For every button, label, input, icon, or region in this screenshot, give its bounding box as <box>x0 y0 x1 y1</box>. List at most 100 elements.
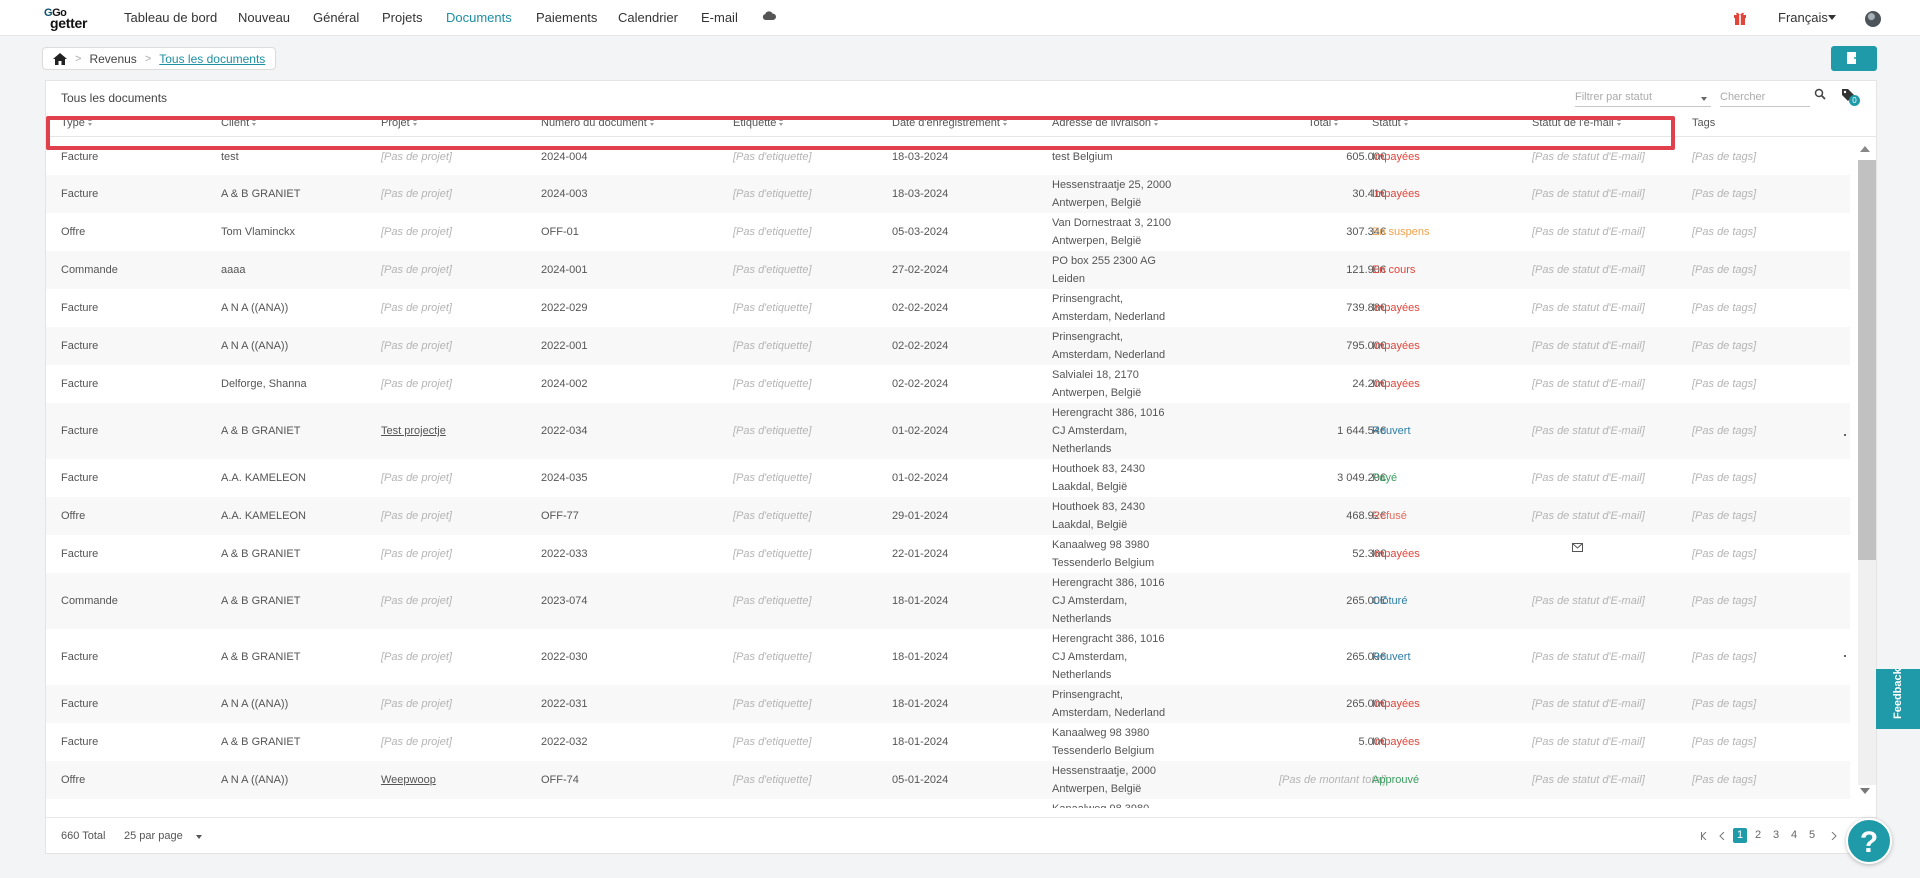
prev-page-icon[interactable] <box>1719 832 1725 840</box>
cell-date: 18-01-2024 <box>892 736 949 748</box>
sort-icon[interactable] <box>1617 118 1622 127</box>
cell-project: [Pas de projet] <box>381 548 452 560</box>
mail-icon[interactable] <box>1572 543 1583 552</box>
chevron-down-icon[interactable] <box>196 835 202 839</box>
address-line: Antwerpen, België <box>1052 235 1142 247</box>
sort-icon[interactable] <box>650 118 655 127</box>
table-row[interactable]: Commande aaaa [Pas de projet] 2024-001 [Pas … <box>46 251 1850 289</box>
page-button[interactable]: 2 <box>1751 828 1765 843</box>
table-row[interactable]: Facture A N A ((ANA)) [Pas de projet] 2022-… <box>46 289 1850 327</box>
page-button[interactable]: 5 <box>1805 828 1819 843</box>
cloud-icon[interactable] <box>762 11 776 20</box>
table-row[interactable]: Facture A & B GRANIET Test projectje 2022-0… <box>46 403 1850 459</box>
cell-label: [Pas d'etiquette] <box>733 425 812 437</box>
cell-client: Delforge, Shanna <box>221 378 307 390</box>
documents-table-body: Facture test [Pas de projet] 2024-004 [Pas d… <box>46 138 1850 808</box>
page-button[interactable]: 3 <box>1769 828 1783 843</box>
table-row[interactable]: Facture A.A. KAMELEON [Pas de projet] 2024-… <box>46 459 1850 497</box>
language-selector[interactable]: Français <box>1778 10 1828 25</box>
cell-label: [Pas d'etiquette] <box>733 151 812 163</box>
sort-icon[interactable] <box>252 118 257 127</box>
vertical-scrollbar[interactable] <box>1851 138 1876 808</box>
column-header[interactable]: Type <box>61 117 93 129</box>
column-header[interactable]: Tags <box>1692 117 1715 129</box>
column-header[interactable]: Numéro du document <box>541 117 655 129</box>
export-button[interactable] <box>1831 46 1877 71</box>
table-row[interactable]: Facture test [Pas de projet] 2024-004 [Pas d… <box>46 138 1850 175</box>
help-button[interactable]: ? <box>1846 818 1892 864</box>
cell-status: En suspens <box>1372 226 1430 238</box>
breadcrumb-item-current[interactable]: Tous les documents <box>159 52 265 66</box>
table-row[interactable]: Facture A & B GRANIET [Pas de projet] 2022-… <box>46 723 1850 761</box>
nav-item-projets[interactable]: Projets <box>382 10 422 25</box>
column-header[interactable]: Total <box>1308 117 1339 129</box>
next-page-icon[interactable] <box>1831 832 1837 840</box>
cell-label: [Pas d'etiquette] <box>733 302 812 314</box>
cell-email-status: [Pas de statut d'E-mail] <box>1532 378 1645 390</box>
cell-label: [Pas d'etiquette] <box>733 774 812 786</box>
feedback-tab[interactable]: Feedback <box>1876 668 1920 729</box>
nav-item-e-mail[interactable]: E-mail <box>701 10 738 25</box>
table-row[interactable]: Facture A N A ((ANA)) [Pas de projet] 2022-… <box>46 685 1850 723</box>
sort-icon[interactable] <box>413 118 418 127</box>
nav-item-paiements[interactable]: Paiements <box>536 10 597 25</box>
cell-project-link[interactable]: Weepwoop <box>381 771 436 789</box>
column-header[interactable]: Adresse de livraison <box>1052 117 1159 129</box>
avatar[interactable] <box>1865 11 1881 27</box>
table-row[interactable]: Offre Tom Vlaminckx [Pas de projet] OFF-01 [… <box>46 213 1850 251</box>
breadcrumb-separator: > <box>144 52 152 65</box>
table-row[interactable]: Facture Delforge, Shanna [Pas de projet] 20… <box>46 365 1850 403</box>
gogetter-logo[interactable]: GGo getter <box>42 7 104 31</box>
breadcrumb-item-revenus[interactable]: Revenus <box>89 52 136 66</box>
search-input[interactable] <box>1720 87 1810 107</box>
cell-total: 265.00€ <box>1346 651 1386 663</box>
table-row[interactable]: Commande A & B GRANIET [Pas de projet] 2023… <box>46 573 1850 629</box>
column-header[interactable]: Projet <box>381 117 418 129</box>
page-button[interactable]: 4 <box>1787 828 1801 843</box>
cell-address: Prinsengracht, Amsterdam, Nederland <box>1052 290 1192 326</box>
sort-icon[interactable] <box>1003 118 1008 127</box>
home-icon[interactable] <box>53 52 67 65</box>
scrollbar-thumb[interactable] <box>1858 160 1876 560</box>
cell-total: 468.92€ <box>1346 510 1386 522</box>
chevron-down-icon[interactable] <box>1828 15 1836 20</box>
page-button[interactable]: 1 <box>1733 828 1747 843</box>
search-icon[interactable] <box>1814 88 1826 100</box>
sort-icon[interactable] <box>1334 118 1339 127</box>
table-row[interactable]: Facture A & B GRANIET [Pas de projet] 2022-… <box>46 535 1850 573</box>
column-header[interactable]: Statut <box>1372 117 1409 129</box>
address-line: Herengracht 386, 1016 <box>1052 633 1165 645</box>
sort-icon[interactable] <box>88 118 93 127</box>
first-page-icon[interactable] <box>1701 832 1707 840</box>
table-row[interactable]: Offre A N A ((ANA)) Weepwoop OFF-74 [Pas d'e… <box>46 761 1850 799</box>
column-header[interactable]: Etiquette <box>733 117 784 129</box>
cell-project-link[interactable]: Test projectje <box>381 422 446 440</box>
side-dot <box>1844 434 1846 436</box>
sort-icon[interactable] <box>1154 118 1159 127</box>
table-row[interactable]: Facture A & B GRANIET [Pas de projet] 2024-… <box>46 175 1850 213</box>
nav-item-calendrier[interactable]: Calendrier <box>618 10 678 25</box>
table-row[interactable]: Facture A & B GRANIET [Pas de projet] 2022-… <box>46 629 1850 685</box>
status-filter-select[interactable]: Filtrer par statut <box>1575 88 1711 107</box>
cell-label: [Pas d'etiquette] <box>733 264 812 276</box>
column-header[interactable]: Date d'enregistrement <box>892 117 1008 129</box>
sort-icon[interactable] <box>779 118 784 127</box>
table-row[interactable]: OffreA & B GRANIET[Pas de projet]OFF-76[… <box>46 799 1850 808</box>
per-page-select[interactable]: 25 par page <box>124 830 183 842</box>
scroll-down-arrow-icon[interactable] <box>1860 788 1870 794</box>
column-header[interactable]: Client <box>221 117 257 129</box>
nav-item-documents[interactable]: Documents <box>446 10 512 25</box>
scroll-up-arrow-icon[interactable] <box>1860 146 1870 152</box>
table-row[interactable]: Facture A N A ((ANA)) [Pas de projet] 2022-… <box>46 327 1850 365</box>
nav-item-nouveau[interactable]: Nouveau <box>238 10 290 25</box>
column-header[interactable]: Statut de l'e-mail <box>1532 117 1622 129</box>
gift-icon[interactable] <box>1733 11 1747 25</box>
cell-label: [Pas d'etiquette] <box>733 226 812 238</box>
cell-type: Facture <box>61 472 99 484</box>
sort-icon[interactable] <box>1404 118 1409 127</box>
column-header-label: Total <box>1308 117 1332 129</box>
address-line: Houthoek 83, 2430 <box>1052 463 1145 475</box>
nav-item-général[interactable]: Général <box>313 10 359 25</box>
table-row[interactable]: Offre A.A. KAMELEON [Pas de projet] OFF-77 [… <box>46 497 1850 535</box>
nav-item-tableau-de-bord[interactable]: Tableau de bord <box>124 10 217 25</box>
